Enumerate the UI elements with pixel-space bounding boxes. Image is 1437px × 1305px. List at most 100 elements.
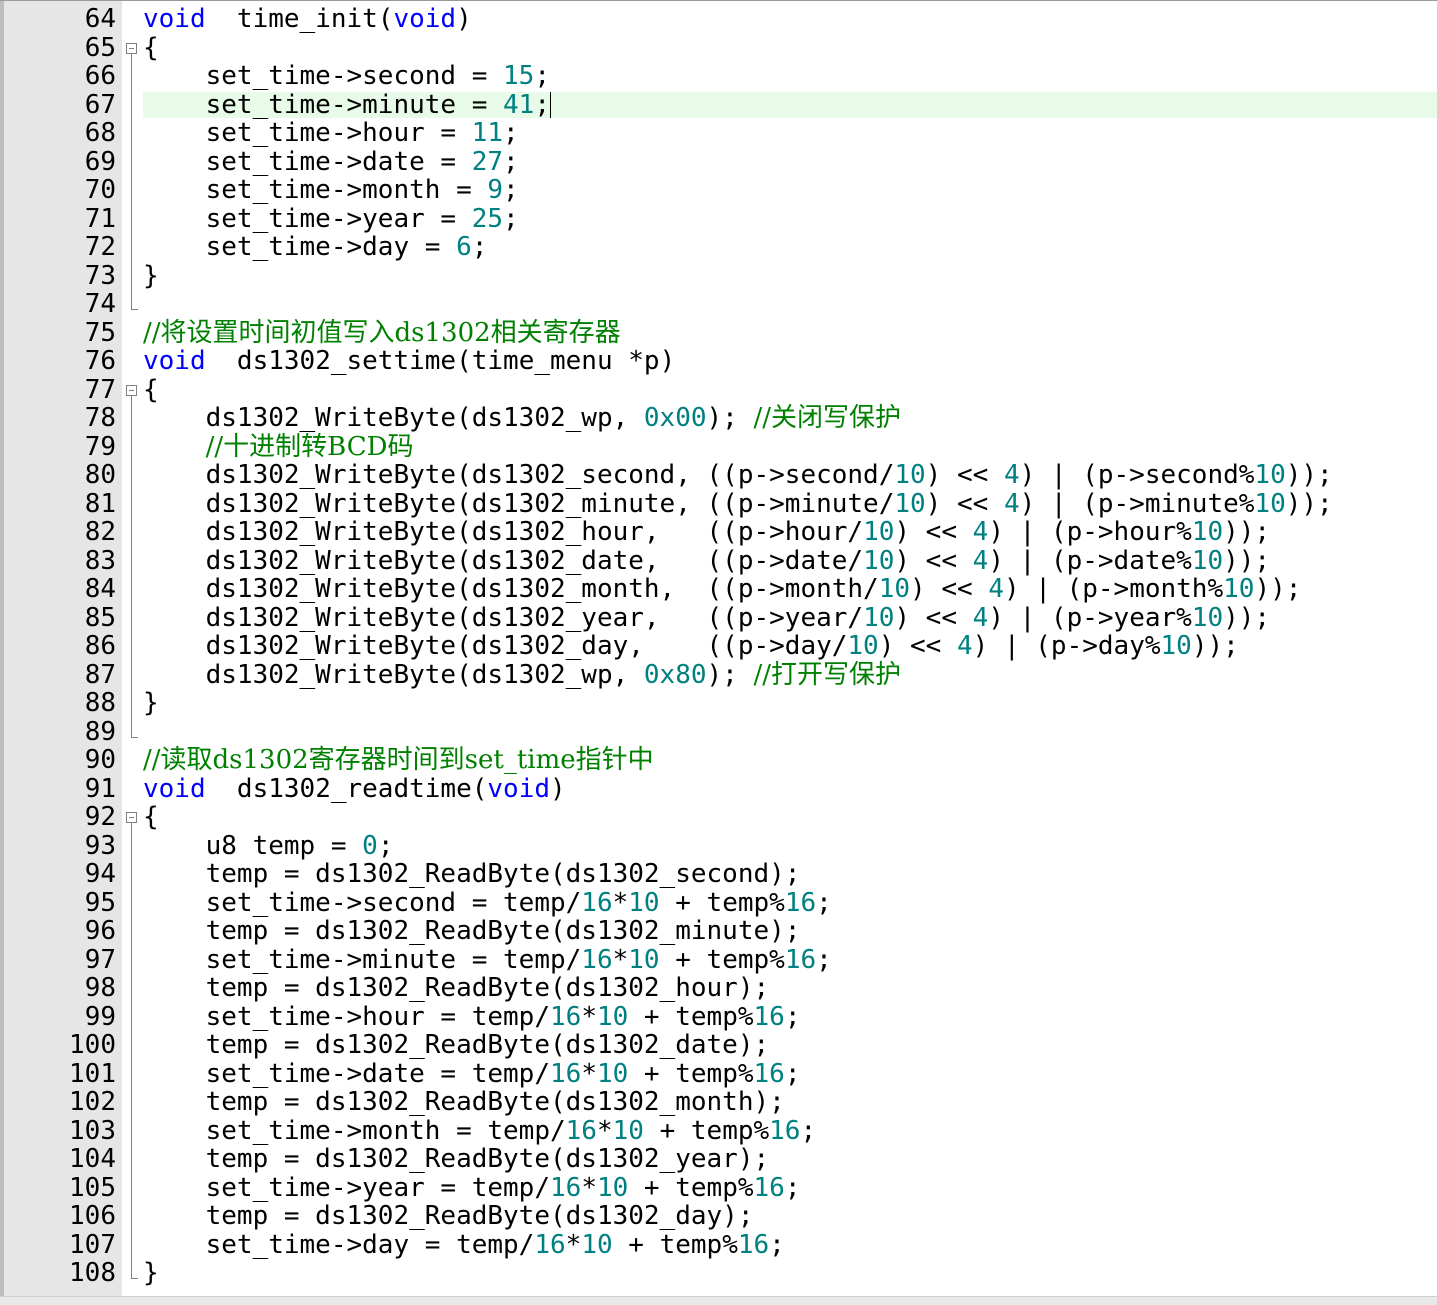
code-text[interactable]: set_time->day = 6; xyxy=(143,233,488,262)
code-line[interactable]: 77 { xyxy=(0,375,1437,405)
code-line[interactable]: 79 //十进制转BCD码 xyxy=(0,431,1437,462)
code-text[interactable]: set_time->minute = temp/16*10 + temp%16; xyxy=(143,945,832,975)
code-text[interactable]: } xyxy=(143,261,159,291)
code-line[interactable]: 107 set_time->day = temp/16*10 + temp%16… xyxy=(0,1229,1437,1260)
code-line[interactable]: 72 set_time->day = 6; xyxy=(0,233,1437,262)
code-editor[interactable]: 64 void time_init(void) 65{66 set_time->se… xyxy=(0,0,1437,1305)
code-line[interactable]: 68 set_time->hour = 11; xyxy=(0,119,1437,148)
code-line[interactable]: 95 set_time->second = temp/16*10 + temp%… xyxy=(0,888,1437,918)
code-text[interactable]: temp = ds1302_ReadByte(ds1302_year); xyxy=(143,1144,770,1174)
code-line[interactable]: 85 ds1302_WriteByte(ds1302_year, ((p->ye… xyxy=(0,603,1437,633)
code-text[interactable]: set_time->hour = 11; xyxy=(143,119,519,148)
code-line[interactable]: 80 ds1302_WriteByte(ds1302_second, ((p->… xyxy=(0,461,1437,490)
code-line[interactable]: 83 ds1302_WriteByte(ds1302_date, ((p->da… xyxy=(0,546,1437,576)
code-text[interactable]: temp = ds1302_ReadByte(ds1302_minute); xyxy=(143,917,801,946)
code-text[interactable]: set_time->year = temp/16*10 + temp%16; xyxy=(143,1173,801,1203)
code-line[interactable]: 92 { xyxy=(0,803,1437,832)
code-line[interactable]: 93 u8 temp = 0; xyxy=(0,831,1437,861)
line-number: 69 xyxy=(84,146,116,177)
keyword-token: void xyxy=(143,4,206,34)
code-text[interactable]: set_time->date = 27; xyxy=(143,147,519,177)
code-line[interactable]: 66 set_time->second = 15; xyxy=(0,62,1437,91)
code-text[interactable]: set_time->date = temp/16*10 + temp%16; xyxy=(143,1059,801,1089)
code-line[interactable]: 102 temp = ds1302_ReadByte(ds1302_month)… xyxy=(0,1088,1437,1117)
code-line[interactable]: 101 set_time->date = temp/16*10 + temp%1… xyxy=(0,1059,1437,1089)
code-line[interactable]: 74 xyxy=(0,290,1437,319)
code-line[interactable]: 88} xyxy=(0,689,1437,718)
code-text[interactable]: //读取ds1302寄存器时间到set_time指针中 xyxy=(143,746,654,775)
code-line[interactable]: 75 //将设置时间初值写入ds1302相关寄存器 xyxy=(0,318,1437,348)
fold-toggle-icon[interactable] xyxy=(122,376,142,404)
code-line[interactable]: 65 { xyxy=(0,33,1437,63)
code-text[interactable]: set_time->month = 9; xyxy=(143,176,519,205)
code-line[interactable]: 71 set_time->year = 25; xyxy=(0,204,1437,234)
code-line[interactable]: 69 set_time->date = 27; xyxy=(0,146,1437,177)
horizontal-scrollbar[interactable] xyxy=(0,1296,1437,1305)
code-line[interactable]: 105 set_time->year = temp/16*10 + temp%1… xyxy=(0,1173,1437,1203)
code-text[interactable]: { xyxy=(143,803,159,832)
code-line[interactable]: 70 set_time->month = 9; xyxy=(0,176,1437,205)
code-text[interactable]: u8 temp = 0; xyxy=(143,831,394,861)
code-line[interactable]: 78 ds1302_WriteByte(ds1302_wp, 0x00); //… xyxy=(0,404,1437,433)
code-text[interactable]: set_time->second = 15; xyxy=(143,62,550,91)
code-text[interactable]: temp = ds1302_ReadByte(ds1302_date); xyxy=(143,1031,770,1060)
code-line[interactable]: 97 set_time->minute = temp/16*10 + temp%… xyxy=(0,945,1437,975)
code-text[interactable]: ds1302_WriteByte(ds1302_hour, ((p->hour/… xyxy=(143,518,1270,547)
code-line[interactable]: 106 temp = ds1302_ReadByte(ds1302_day); xyxy=(0,1202,1437,1231)
code-text[interactable]: set_time->second = temp/16*10 + temp%16; xyxy=(143,888,832,918)
code-line[interactable]: 87 ds1302_WriteByte(ds1302_wp, 0x80); //… xyxy=(0,660,1437,690)
code-text[interactable]: void ds1302_readtime(void) xyxy=(143,774,566,804)
code-text[interactable]: temp = ds1302_ReadByte(ds1302_day); xyxy=(143,1202,754,1231)
code-text[interactable]: ds1302_WriteByte(ds1302_date, ((p->date/… xyxy=(143,546,1270,576)
code-line[interactable]: 90 //读取ds1302寄存器时间到set_time指针中 xyxy=(0,746,1437,775)
code-line[interactable]: 84 ds1302_WriteByte(ds1302_month, ((p->m… xyxy=(0,575,1437,604)
code-line[interactable]: 108} xyxy=(0,1259,1437,1288)
current-code-line[interactable]: 67 set_time->minute = 41; xyxy=(0,90,1437,120)
code-text[interactable]: void time_init(void) xyxy=(143,5,472,34)
number-token: 16 xyxy=(737,1229,770,1260)
code-text[interactable]: set_time->year = 25; xyxy=(143,204,519,234)
code-text-area[interactable]: 64 void time_init(void) 65{66 set_time->se… xyxy=(0,5,1437,1288)
code-line[interactable]: 64 void time_init(void) xyxy=(0,5,1437,34)
code-line[interactable]: 81 ds1302_WriteByte(ds1302_minute, ((p->… xyxy=(0,489,1437,519)
code-line[interactable]: 86 ds1302_WriteByte(ds1302_day, ((p->day… xyxy=(0,632,1437,661)
code-line[interactable]: 104 temp = ds1302_ReadByte(ds1302_year); xyxy=(0,1145,1437,1174)
code-text[interactable]: ds1302_WriteByte(ds1302_minute, ((p->min… xyxy=(143,489,1333,519)
code-text[interactable]: ds1302_WriteByte(ds1302_year, ((p->year/… xyxy=(143,603,1270,633)
code-text[interactable]: set_time->hour = temp/16*10 + temp%16; xyxy=(143,1002,801,1032)
code-line[interactable]: 76 void ds1302_settime(time_menu *p) xyxy=(0,347,1437,376)
code-line[interactable]: 91 void ds1302_readtime(void) xyxy=(0,774,1437,804)
code-text[interactable]: set_time->day = temp/16*10 + temp%16; xyxy=(143,1229,785,1260)
code-text[interactable]: ds1302_WriteByte(ds1302_second, ((p->sec… xyxy=(143,461,1333,490)
code-text[interactable]: ds1302_WriteByte(ds1302_day, ((p->day/10… xyxy=(143,632,1239,661)
code-line[interactable]: 100 temp = ds1302_ReadByte(ds1302_date); xyxy=(0,1031,1437,1060)
code-text[interactable]: temp = ds1302_ReadByte(ds1302_hour); xyxy=(143,974,770,1003)
code-text[interactable]: } xyxy=(143,1259,159,1288)
code-line[interactable]: 103 set_time->month = temp/16*10 + temp%… xyxy=(0,1116,1437,1146)
code-text[interactable]: //十进制转BCD码 xyxy=(143,431,414,462)
code-line[interactable]: 98 temp = ds1302_ReadByte(ds1302_hour); xyxy=(0,974,1437,1003)
code-text[interactable]: { xyxy=(143,33,159,63)
code-line[interactable]: 89 xyxy=(0,717,1437,747)
code-text[interactable]: } xyxy=(143,689,159,718)
code-text[interactable]: temp = ds1302_ReadByte(ds1302_second); xyxy=(143,860,801,889)
code-line[interactable]: 73} xyxy=(0,261,1437,291)
fold-guide xyxy=(122,204,142,234)
code-line[interactable]: 82 ds1302_WriteByte(ds1302_hour, ((p->ho… xyxy=(0,518,1437,547)
code-text[interactable]: { xyxy=(143,375,159,405)
code-text[interactable]: //将设置时间初值写入ds1302相关寄存器 xyxy=(143,318,621,348)
code-text[interactable]: set_time->minute = 41; xyxy=(143,90,551,120)
code-text[interactable]: set_time->month = temp/16*10 + temp%16; xyxy=(143,1116,817,1146)
comment-token: //十进制转BCD码 xyxy=(205,431,414,462)
code-text[interactable]: void ds1302_settime(time_menu *p) xyxy=(143,347,675,376)
code-line[interactable]: 99 set_time->hour = temp/16*10 + temp%16… xyxy=(0,1002,1437,1032)
fold-toggle-icon[interactable] xyxy=(122,803,142,832)
code-text[interactable]: temp = ds1302_ReadByte(ds1302_month); xyxy=(143,1088,785,1117)
code-line[interactable]: 96 temp = ds1302_ReadByte(ds1302_minute)… xyxy=(0,917,1437,946)
fold-toggle-icon[interactable] xyxy=(122,34,142,62)
code-line[interactable]: 94 temp = ds1302_ReadByte(ds1302_second)… xyxy=(0,860,1437,889)
code-text[interactable]: ds1302_WriteByte(ds1302_month, ((p->mont… xyxy=(143,575,1302,604)
code-token: temp = ds1302_ReadByte(ds1302_year); xyxy=(143,1144,770,1174)
code-text[interactable]: ds1302_WriteByte(ds1302_wp, 0x80); //打开写… xyxy=(143,660,901,690)
code-text[interactable]: ds1302_WriteByte(ds1302_wp, 0x00); //关闭写… xyxy=(143,404,901,433)
